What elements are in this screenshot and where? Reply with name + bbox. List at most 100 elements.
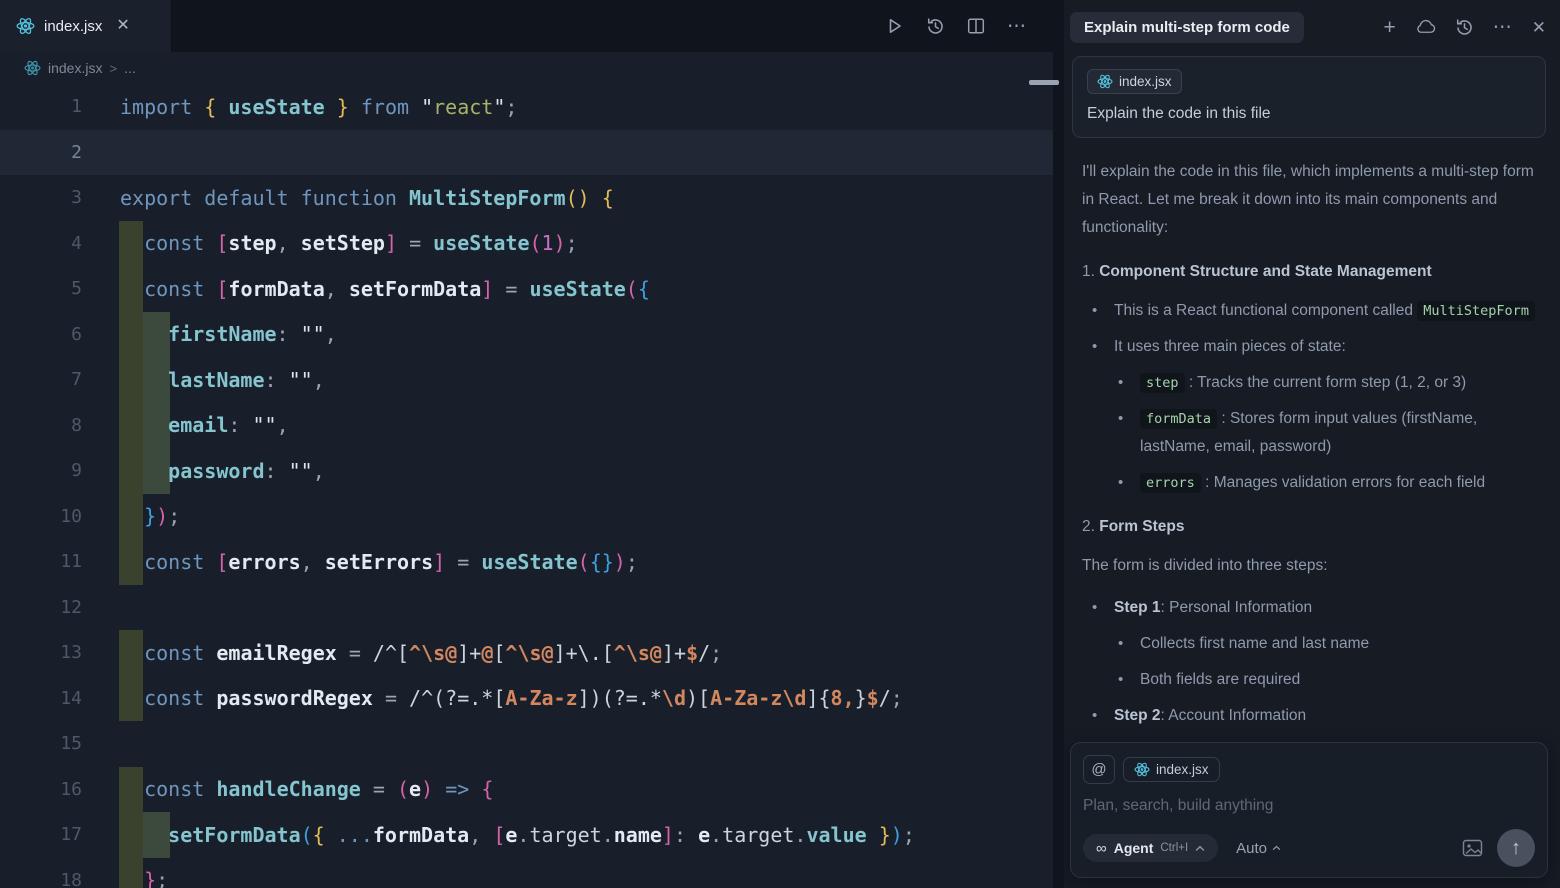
editor-actions: ⋯ [886,0,1053,52]
chat-bullet-item: •formData : Stores form input values (fi… [1082,405,1542,461]
line-number: 3 [0,187,82,208]
chat-close-icon[interactable]: ✕ [1532,19,1546,36]
code-line-3[interactable]: 3export default function MultiStepForm()… [0,175,1053,221]
line-number: 12 [0,597,82,618]
send-button[interactable]: ↑ [1497,829,1535,867]
line-number: 13 [0,642,82,663]
line-number: 7 [0,369,82,390]
code-line-8[interactable]: 8 email: "", [0,403,1053,449]
run-icon[interactable] [886,17,904,35]
timeline-history-icon[interactable] [926,17,945,36]
user-message-card: index.jsx Explain the code in this file [1072,56,1546,138]
chat-bullet-item: •Step 2: Account Information [1082,702,1542,730]
chat-bullet-item: •errors : Manages validation errors for … [1082,469,1542,497]
code-text: lastName: "", [120,368,325,392]
code-text: const emailRegex = /^[^\s@]+@[^\s@]+\.[^… [120,641,722,665]
chat-messages: index.jsx Explain the code in this file … [1064,54,1560,888]
code-line-5[interactable]: 5 const [formData, setFormData] = useSta… [0,266,1053,312]
line-number: 5 [0,278,82,299]
code-editor[interactable]: 1import { useState } from "react";23expo… [0,84,1053,888]
line-number: 15 [0,733,82,754]
react-icon [16,17,35,35]
code-line-1[interactable]: 1import { useState } from "react"; [0,84,1053,130]
code-line-13[interactable]: 13 const emailRegex = /^[^\s@]+@[^\s@]+\… [0,630,1053,676]
composer-file-chip[interactable]: index.jsx [1123,757,1220,782]
agent-mode-selector[interactable]: ∞ Agent Ctrl+I [1083,834,1218,862]
code-text: firstName: "", [120,322,337,346]
chat-more-icon[interactable]: ⋯ [1493,18,1513,37]
chat-heading: 2. Form Steps [1082,515,1542,539]
bullet-icon: • [1118,369,1140,397]
code-line-16[interactable]: 16 const handleChange = (e) => { [0,767,1053,813]
code-line-14[interactable]: 14 const passwordRegex = /^(?=.*[A-Za-z]… [0,676,1053,722]
cloud-icon[interactable] [1415,19,1436,35]
context-file-chip[interactable]: index.jsx [1087,69,1182,94]
code-text: const [step, setStep] = useState(1); [120,231,578,255]
chat-composer[interactable]: @ index.jsx Plan, search, build anything… [1070,742,1548,878]
code-line-10[interactable]: 10 }); [0,494,1053,540]
bullet-icon: • [1092,594,1114,622]
bullet-icon: • [1118,405,1140,461]
breadcrumb-symbol[interactable]: ... [124,60,136,76]
chat-bullet-item: •This is a React functional component ca… [1082,297,1542,325]
chat-history-icon[interactable] [1455,18,1474,37]
breadcrumb[interactable]: index.jsx > ... [0,52,1053,84]
agent-shortcut: Ctrl+I [1160,842,1188,854]
code-line-18[interactable]: 18 }; [0,858,1053,888]
line-number: 6 [0,324,82,345]
code-line-2[interactable]: 2 [0,130,1053,176]
chat-bullet-item: •Step 1: Personal Information [1082,594,1542,622]
code-text: }); [120,504,180,528]
model-selector[interactable]: Auto [1236,840,1281,857]
more-actions-icon[interactable]: ⋯ [1007,17,1027,36]
chat-heading: 1. Component Structure and State Managem… [1082,260,1542,284]
code-line-9[interactable]: 9 password: "", [0,448,1053,494]
arrow-up-icon: ↑ [1511,838,1521,858]
attach-image-icon[interactable] [1462,839,1483,857]
chat-header: Explain multi-step form code + ⋯ ✕ [1064,0,1560,54]
code-text: setFormData({ ...formData, [e.target.nam… [120,823,915,847]
chevron-up-icon [1195,845,1205,852]
composer-input[interactable]: Plan, search, build anything [1083,797,1535,821]
bullet-icon: • [1092,333,1114,361]
chat-pane: Explain multi-step form code + ⋯ ✕ [1064,0,1560,888]
code-line-7[interactable]: 7 lastName: "", [0,357,1053,403]
editor-pane: index.jsx ✕ ⋯ index.jsx > [0,0,1053,888]
tab-close-icon[interactable]: ✕ [116,18,129,34]
tab-index-jsx[interactable]: index.jsx ✕ [0,0,172,52]
react-icon [1134,762,1150,777]
bullet-icon: • [1118,630,1140,658]
code-line-17[interactable]: 17 setFormData({ ...formData, [e.target.… [0,812,1053,858]
breadcrumb-file[interactable]: index.jsx [48,60,102,76]
assistant-response: I'll explain the code in this file, whic… [1072,138,1546,730]
code-text: const passwordRegex = /^(?=.*[A-Za-z])(?… [120,686,903,710]
new-chat-icon[interactable]: + [1383,17,1395,38]
react-icon [1097,74,1113,89]
user-prompt-text: Explain the code in this file [1087,105,1531,123]
code-line-6[interactable]: 6 firstName: "", [0,312,1053,358]
code-line-4[interactable]: 4 const [step, setStep] = useState(1); [0,221,1053,267]
overview-ruler-mark [1029,80,1059,85]
code-line-12[interactable]: 12 [0,585,1053,631]
editor-tab-bar: index.jsx ✕ ⋯ [0,0,1053,52]
code-line-11[interactable]: 11 const [errors, setErrors] = useState(… [0,539,1053,585]
bullet-icon: • [1092,702,1114,730]
code-text: }; [120,868,168,888]
line-number: 14 [0,688,82,709]
code-line-15[interactable]: 15 [0,721,1053,767]
chat-paragraph: The form is divided into three steps: [1082,552,1542,580]
code-text: import { useState } from "react"; [120,95,517,119]
bullet-icon: • [1118,666,1140,694]
react-icon [24,60,41,76]
chat-title-tab[interactable]: Explain multi-step form code [1070,12,1304,43]
add-context-button[interactable]: @ [1083,755,1115,784]
bullet-icon: • [1092,297,1114,325]
chat-paragraph: I'll explain the code in this file, whic… [1082,158,1542,242]
code-text: const [formData, setFormData] = useState… [120,277,650,301]
code-text: email: "", [120,413,289,437]
pane-resize-sash[interactable] [1053,0,1064,888]
split-editor-icon[interactable] [967,17,985,35]
model-label: Auto [1236,840,1267,857]
code-text: password: "", [120,459,325,483]
composer-chip-label: index.jsx [1156,762,1209,777]
